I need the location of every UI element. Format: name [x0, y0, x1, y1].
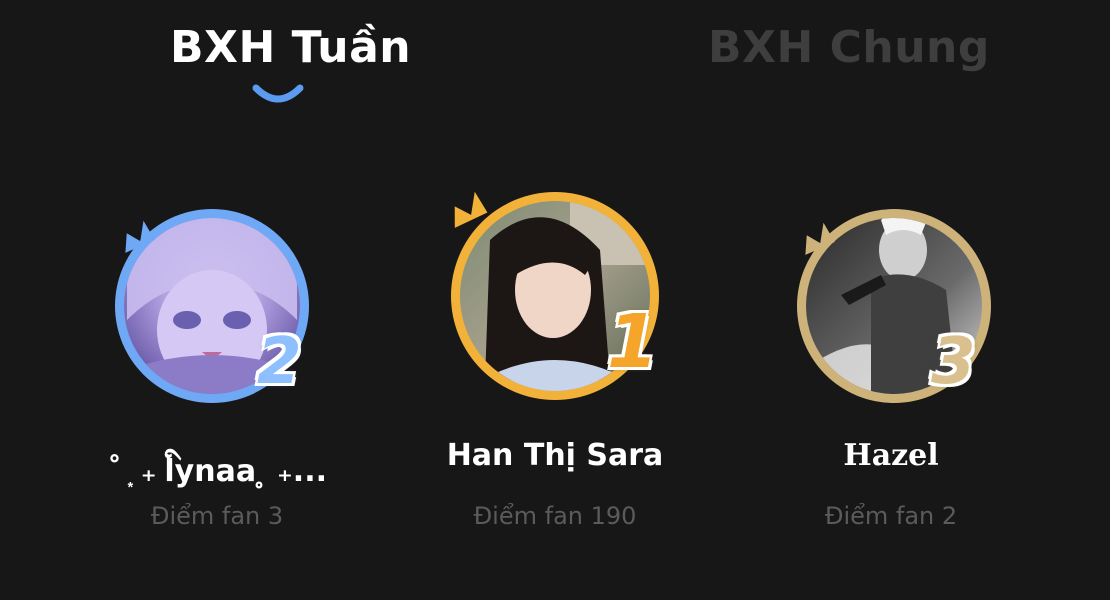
fan-score: Điểm fan 2: [824, 502, 958, 530]
avatar-rank-1[interactable]: 1: [395, 180, 715, 430]
fan-score: Điểm fan 190: [473, 502, 637, 530]
rank-badge-3: 3: [931, 325, 976, 399]
fan-score: Điểm fan 3: [150, 502, 284, 530]
active-tab-indicator: [252, 84, 304, 103]
avatar-rank-2[interactable]: 2: [57, 180, 377, 430]
rank-badge-2: 2: [257, 325, 302, 399]
podium-rank-3[interactable]: 3 Hazel Điểm fan 2: [731, 180, 1051, 560]
tab-weekly-ranking[interactable]: BXH Tuần: [170, 18, 411, 78]
tab-overall-ranking[interactable]: BXH Chung: [708, 18, 990, 78]
podium-rank-1[interactable]: 1 Han Thị Sara Điểm fan 190: [395, 180, 715, 560]
rank-badge-1: 1: [607, 299, 659, 385]
podium-rank-2[interactable]: 2 ˚ ͙ ₊ ིlynaa ̥ ₊... Điểm fan 3: [57, 180, 377, 560]
avatar-rank-3[interactable]: 3: [731, 180, 1051, 430]
user-name[interactable]: Hazel: [731, 438, 1051, 473]
leaderboard-screen: BXH Tuần BXH Chung 2 ˚ ͙ ₊ ིlynaa ̥ ₊...…: [0, 0, 1110, 600]
user-name[interactable]: Han Thị Sara: [395, 438, 715, 473]
